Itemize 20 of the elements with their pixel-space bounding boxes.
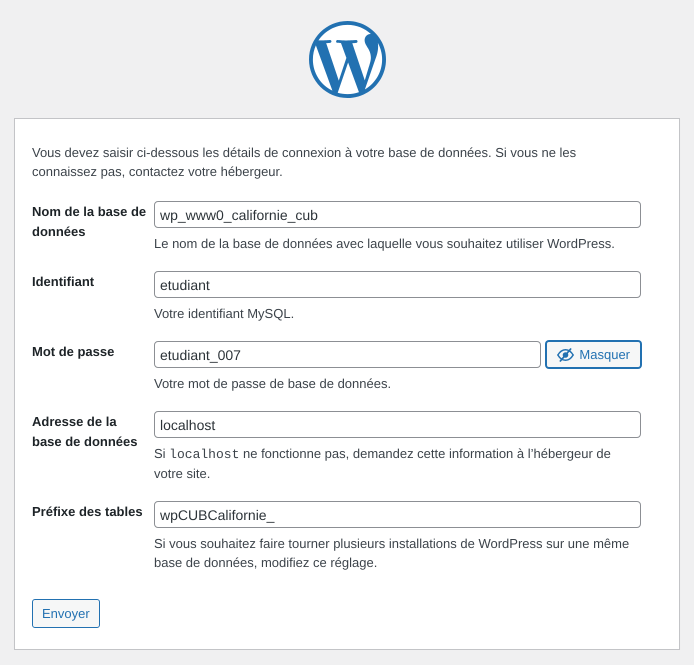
field-description: Le nom de la base de données avec laquelle vous souhaitez utiliser WordPress. <box>154 235 616 253</box>
field-description: Si vous souhaitez faire tourner plusieurs installations de WordPress sur une même base de données, modifiez ce réglage. <box>154 535 630 572</box>
field-description: Si localhost ne fonctionne pas, demandez cette information à l’hébergeur de votre site. <box>154 445 612 483</box>
password-field[interactable]: etudiant_007 <box>154 341 542 368</box>
hide-password-button[interactable]: Masquer <box>546 341 641 368</box>
wordpress-logo-icon <box>308 21 386 98</box>
input-field[interactable]: localhost <box>154 411 641 438</box>
field-label: Adresse de la base de données <box>32 413 138 451</box>
intro-text: Vous devez saisir ci-dessous les détails de connexion à votre base de données. Si vous ne les connaissez pas, contactez votre hébergeur. <box>32 144 578 181</box>
input-field[interactable]: etudiant <box>154 271 641 298</box>
field-label: Préfixe des tables <box>32 503 144 521</box>
field-label: Nom de la base de données <box>32 203 148 241</box>
input-field[interactable]: wpCUBCalifornie_ <box>154 501 641 528</box>
eye-slash-icon <box>557 348 574 362</box>
field-label: Identifiant <box>32 273 96 291</box>
field-description: Votre identifiant MySQL. <box>154 305 296 323</box>
field-label: Mot de passe <box>32 343 116 361</box>
input-field[interactable]: wp_www0_californie_cub <box>154 201 641 228</box>
field-description: Votre mot de passe de base de données. <box>154 375 392 393</box>
submit-button[interactable]: Envoyer <box>32 599 100 628</box>
